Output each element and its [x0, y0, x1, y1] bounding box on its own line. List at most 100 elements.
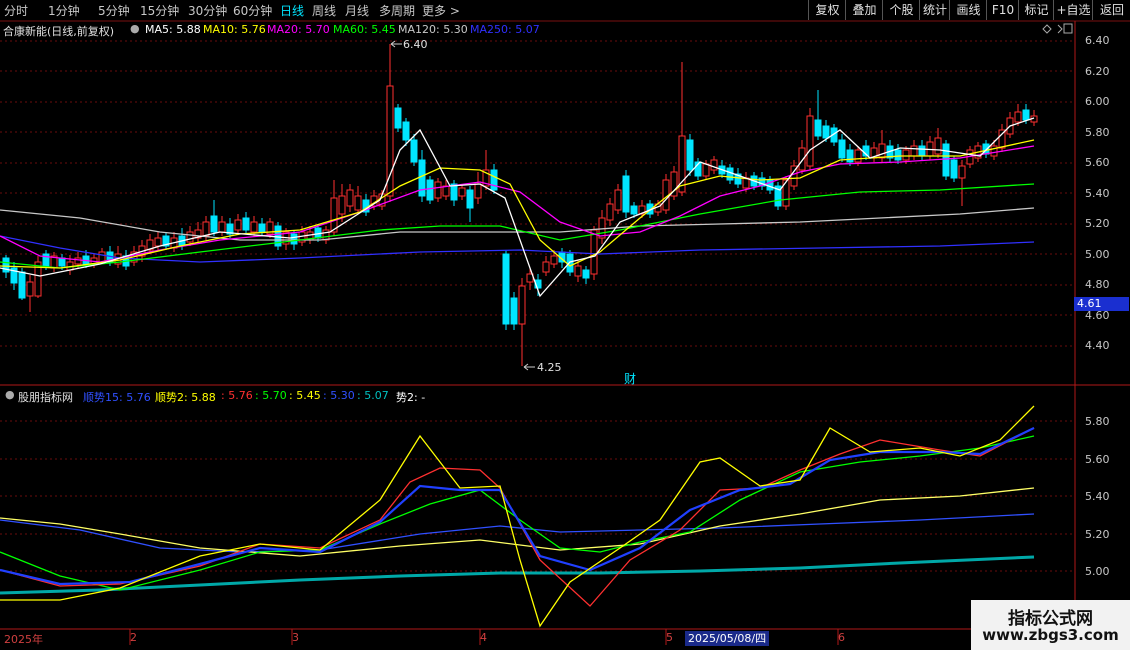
ma60-label: MA60: 5.45	[333, 23, 396, 36]
candle-body	[702, 163, 710, 177]
candle-body	[290, 233, 298, 245]
candle-body	[622, 175, 630, 213]
candle-body	[434, 181, 442, 199]
candle-body	[258, 223, 266, 233]
low-label: 4.25	[537, 361, 562, 374]
candle-body	[590, 229, 598, 275]
indicator-name: 股朋指标网	[18, 391, 73, 404]
candle-body	[878, 143, 886, 159]
ma120-label: MA120: 5.30	[398, 23, 468, 36]
candle-body	[910, 145, 918, 157]
candle-body	[510, 297, 518, 325]
panel-toggle-icon[interactable]	[1063, 23, 1073, 34]
price-grid	[0, 40, 1075, 347]
candle-body	[218, 221, 226, 233]
candle-body	[574, 265, 582, 277]
candle-body	[894, 149, 902, 161]
indicator-value-2: 顺势2: 5.88	[155, 391, 216, 404]
candle-body	[330, 197, 338, 233]
candle-body	[518, 285, 526, 325]
watermark-url: www.zbgs3.com	[982, 626, 1119, 644]
candle-body	[710, 159, 718, 171]
candle-body	[354, 195, 362, 211]
price-tick: 5.80	[1085, 126, 1110, 139]
ma10-line	[0, 139, 1035, 269]
price-tick: 5.00	[1085, 248, 1110, 261]
candle-body	[338, 195, 346, 215]
candle-body	[846, 149, 854, 163]
candle-body	[934, 137, 942, 155]
candle-body	[490, 169, 498, 191]
indicator-lines	[0, 405, 1035, 628]
stock-title: 合康新能(日线,前复权)	[3, 25, 115, 38]
candle-body	[458, 187, 466, 197]
ma20-label: MA20: 5.70	[267, 23, 330, 36]
indicator-tick: 5.80	[1085, 415, 1110, 428]
candle-body	[838, 139, 846, 159]
candle-body	[410, 139, 418, 163]
candle-body	[322, 229, 330, 241]
dropdown-circle-icon[interactable]: ●	[130, 22, 140, 35]
candle-body	[98, 251, 106, 263]
candle-body	[1014, 111, 1022, 123]
candle-body	[346, 189, 354, 207]
candle-body	[466, 189, 474, 209]
date-label: 6	[838, 631, 845, 644]
candle-body	[26, 281, 34, 297]
indicator-tick: 5.60	[1085, 453, 1110, 466]
finance-marker[interactable]: 财	[624, 370, 636, 387]
settings-diamond-icon[interactable]	[1042, 24, 1052, 34]
candle-body	[242, 217, 250, 231]
indicator-value-3: : 5.76	[221, 389, 253, 402]
date-label: 3	[292, 631, 299, 644]
candle-body	[606, 203, 614, 221]
candle-body	[402, 121, 410, 141]
candle-body	[950, 159, 958, 179]
arrow-right-icon[interactable]	[1057, 24, 1063, 34]
indicator-tick: 5.00	[1085, 565, 1110, 578]
date-label: 2025年	[4, 633, 43, 646]
candle-body	[474, 183, 482, 199]
cursor-date-box: 2025/05/08/四	[685, 631, 770, 646]
candle-body	[550, 255, 558, 265]
price-tick: 6.20	[1085, 65, 1110, 78]
price-tick: 5.60	[1085, 156, 1110, 169]
indicator-tick: 5.40	[1085, 490, 1110, 503]
price-tick: 4.40	[1085, 339, 1110, 352]
indicator-value-8: 势2: -	[396, 391, 426, 404]
price-tick: 6.00	[1085, 95, 1110, 108]
candle-body	[250, 221, 258, 233]
candle-body	[1022, 109, 1030, 121]
candle-body	[18, 271, 26, 299]
candle-body	[502, 253, 510, 325]
indicator-value-4: : 5.70	[255, 389, 287, 402]
date-label: 5	[666, 631, 673, 644]
price-tick: 5.20	[1085, 217, 1110, 230]
price-tick: 6.40	[1085, 34, 1110, 47]
candle-body	[582, 269, 590, 279]
price-tick: 4.80	[1085, 278, 1110, 291]
indicator-settings-icon[interactable]: ●	[5, 388, 15, 401]
candle-body	[814, 119, 822, 137]
indicator-value-5: : 5.45	[289, 389, 321, 402]
candle-body	[210, 215, 218, 233]
candle-body	[806, 115, 814, 167]
chart-canvas	[0, 20, 1130, 650]
candle-body	[990, 145, 998, 157]
indicator-tick: 5.20	[1085, 528, 1110, 541]
candlesticks	[2, 44, 1038, 366]
current-price-box: 4.61	[1074, 297, 1129, 311]
candle-body	[566, 253, 574, 273]
high-marker	[390, 40, 402, 48]
candle-body	[854, 149, 862, 163]
date-label: 2	[130, 631, 137, 644]
candle-body	[74, 257, 82, 265]
candle-body	[542, 261, 550, 273]
high-label: 6.40	[403, 38, 428, 51]
indicator-value-7: : 5.07	[357, 389, 389, 402]
candle-body	[958, 165, 966, 179]
candle-body	[726, 167, 734, 181]
candle-body	[614, 189, 622, 211]
ma250-label: MA250: 5.07	[470, 23, 540, 36]
candle-body	[902, 149, 910, 161]
